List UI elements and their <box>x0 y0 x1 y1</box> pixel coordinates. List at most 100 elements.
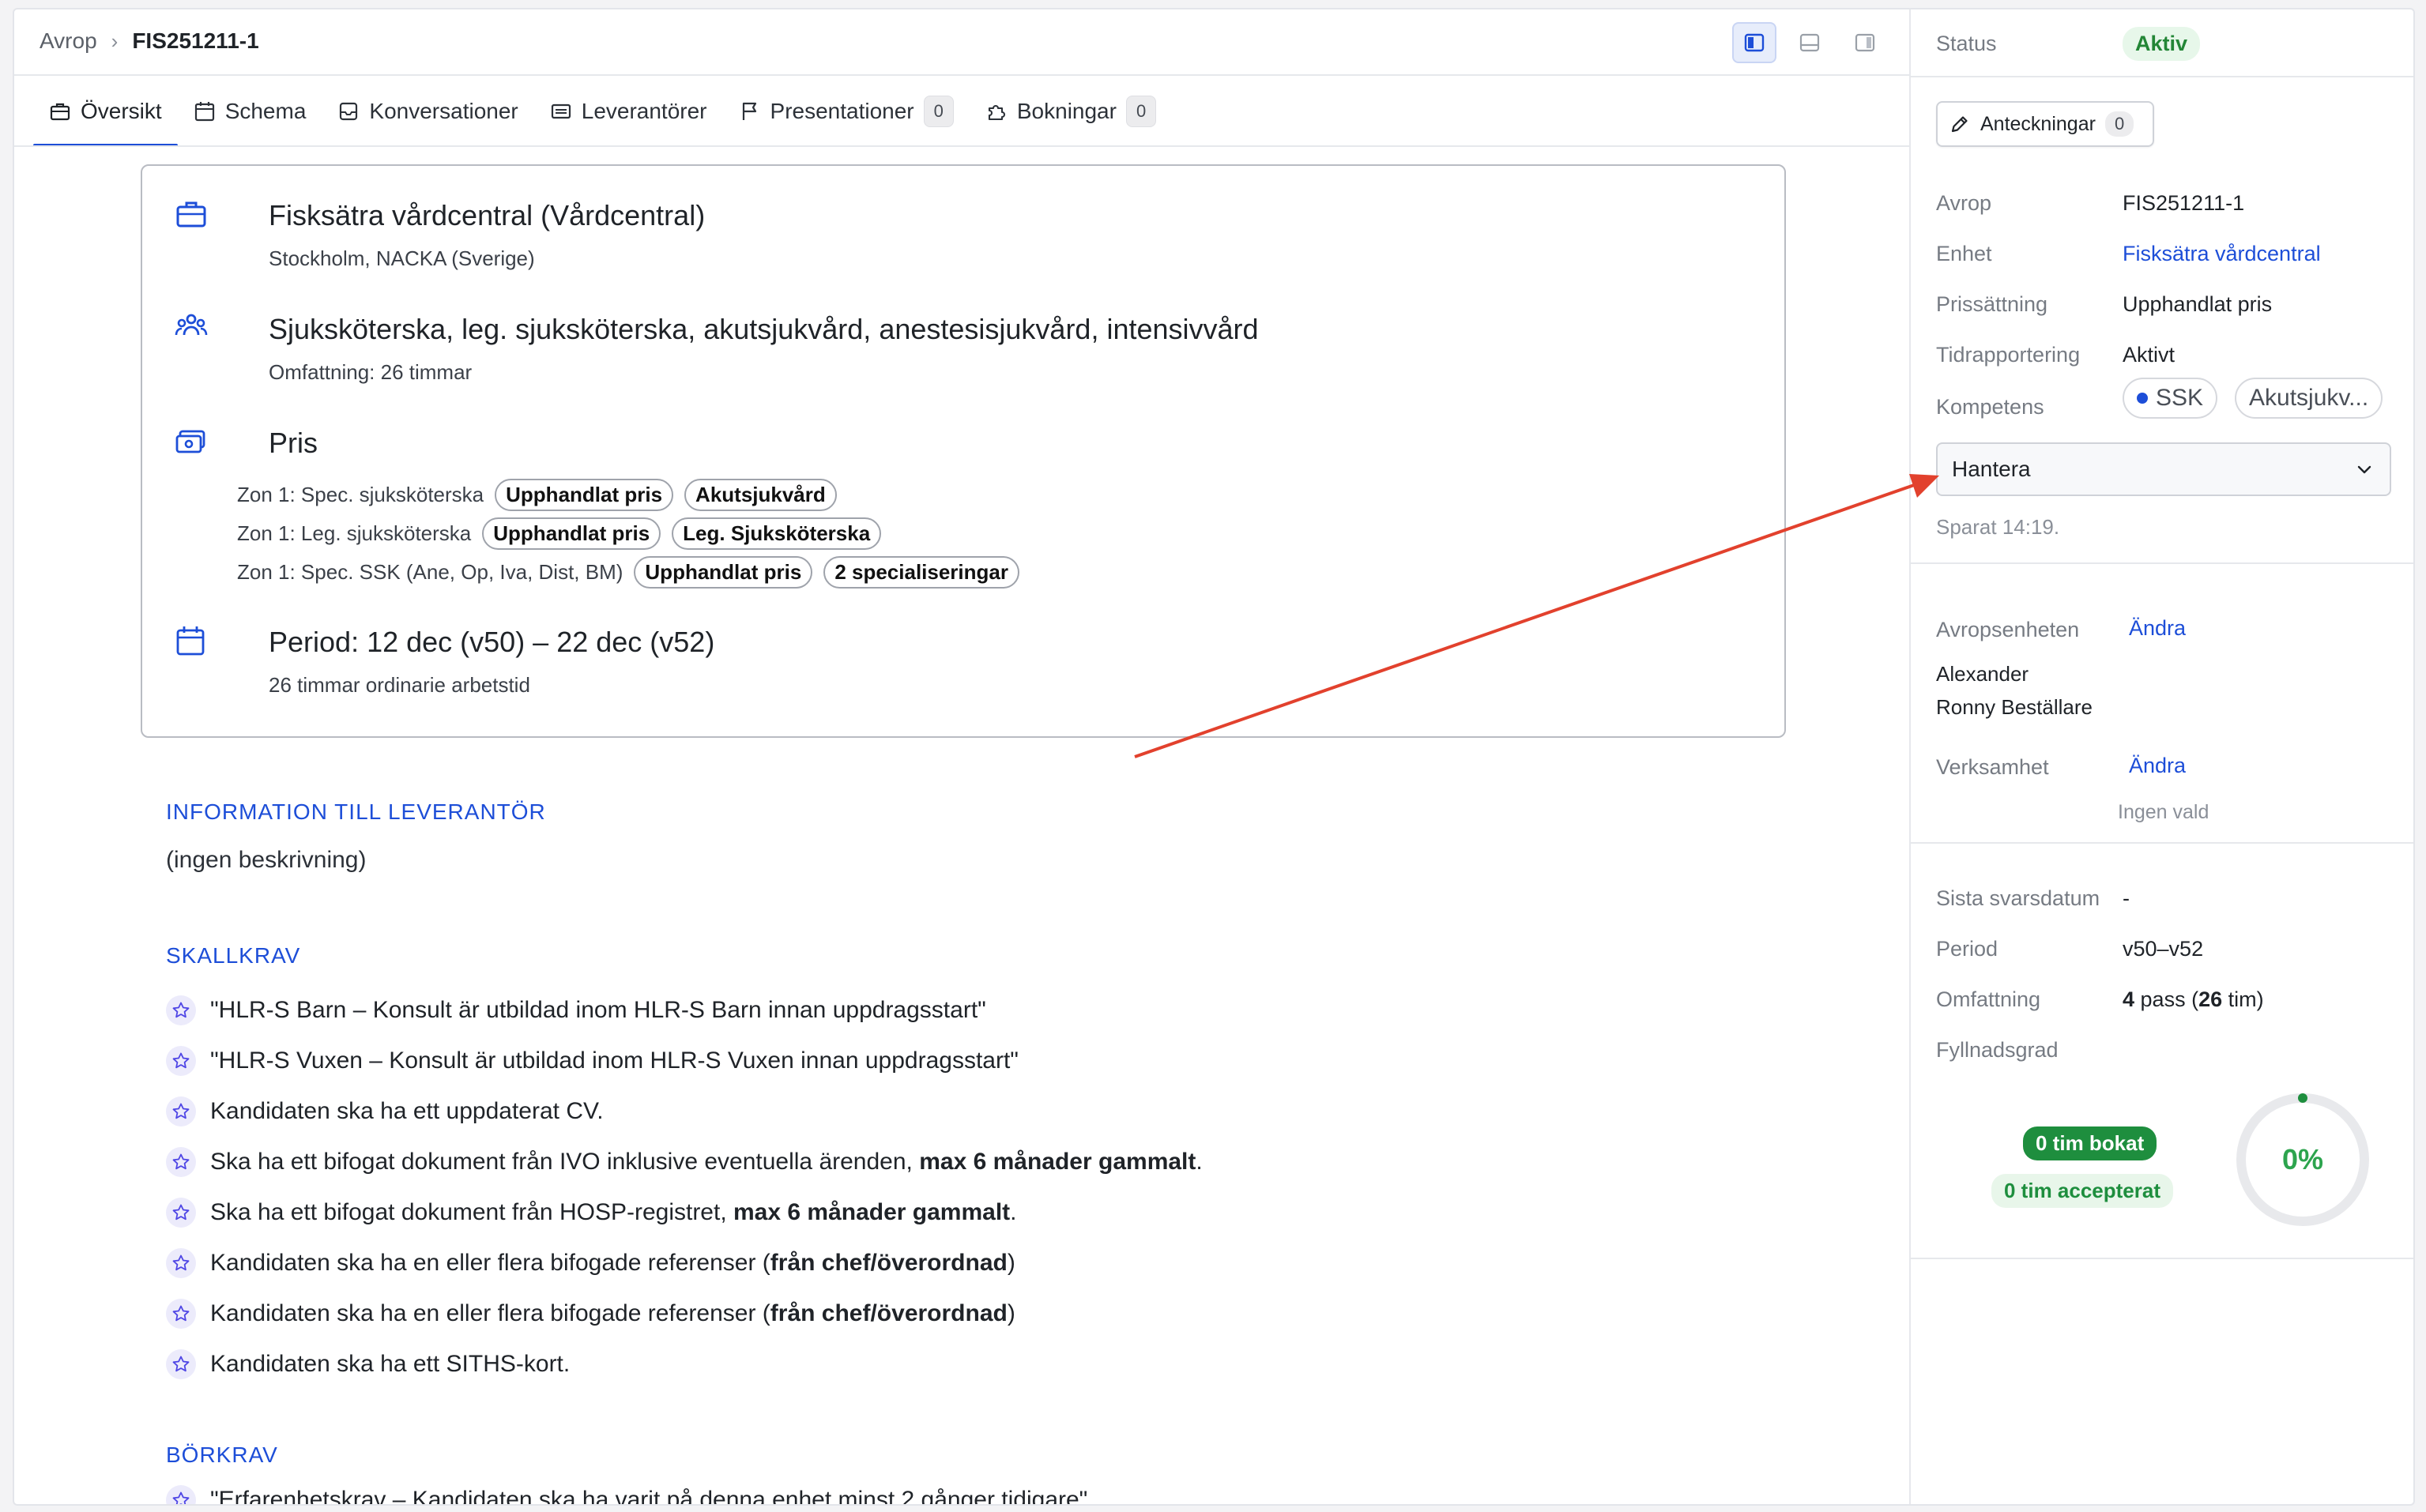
requirement-text: Kandidaten ska ha ett uppdaterat CV. <box>210 1098 604 1125</box>
enhet-link[interactable]: Fisksätra vårdcentral <box>2123 242 2321 266</box>
zone-label: Zon 1: Spec. SSK (Ane, Op, Iva, Dist, BM… <box>237 560 623 584</box>
breadcrumb: Avrop › FIS251211-1 <box>40 28 259 54</box>
omfattning-label: Omfattning <box>1936 987 2041 1011</box>
requirement-text-part: . <box>1010 1199 1017 1225</box>
tab-oversikt[interactable]: Översikt <box>33 76 178 147</box>
breadcrumb-root-link[interactable]: Avrop <box>40 28 97 54</box>
requirement-text: "HLR-S Vuxen – Konsult är utbildad inom … <box>210 1047 1019 1074</box>
kompetens-chip-ssk[interactable]: SSK <box>2123 378 2218 419</box>
star-icon <box>166 1198 196 1228</box>
pass-text: pass ( <box>2134 987 2199 1011</box>
borkrav-heading: BÖRKRAV <box>166 1442 278 1467</box>
price-pill: Leg. Sjuksköterska <box>672 517 882 550</box>
requirement-text-part: Kandidaten ska ha ett SITHS-kort. <box>210 1351 571 1377</box>
avropsenheten-label: Avropsenheten <box>1936 618 2080 641</box>
tab-schema[interactable]: Schema <box>178 76 322 147</box>
requirement-text: Kandidaten ska ha en eller flera bifogad… <box>210 1250 1015 1277</box>
manage-select[interactable]: Hantera <box>1936 442 2391 496</box>
saved-status: Sparat 14:19. <box>1936 515 2060 539</box>
divider <box>1911 562 2413 564</box>
requirement-item: "HLR-S Barn – Konsult är utbildad inom H… <box>166 995 986 1025</box>
divider <box>1911 842 2413 844</box>
stat-label: Sista svarsdatum <box>1936 886 2100 910</box>
field-label-avrop: Avrop <box>1936 191 1992 215</box>
tab-label: Presentationer <box>770 99 914 123</box>
tab-konversationer[interactable]: Konversationer <box>322 76 533 147</box>
dot-icon <box>2137 393 2148 404</box>
notes-button[interactable]: Anteckningar 0 <box>1936 101 2154 147</box>
kompetens-chip-akutsjukvard[interactable]: Akutsjukv... <box>2235 378 2383 419</box>
requirement-item: Kandidaten ska ha en eller flera bifogad… <box>166 1248 1015 1278</box>
tabs-divider <box>14 145 1909 147</box>
requirement-text-part: Kandidaten ska ha ett uppdaterat CV. <box>210 1098 604 1124</box>
panel-bottom-icon[interactable] <box>1787 22 1832 63</box>
competence-title: Sjuksköterska, leg. sjuksköterska, akuts… <box>269 313 1259 345</box>
price-zone-row: Zon 1: Leg. sjuksköterska Upphandlat pri… <box>237 517 882 550</box>
requirement-text-part: . <box>1196 1149 1203 1175</box>
main-content: Avrop › FIS251211-1 Översikt Schema Konv… <box>14 9 1911 1504</box>
verksamhet-empty: Ingen vald <box>2118 801 2209 823</box>
puzzle-icon <box>988 105 1005 121</box>
tab-bokningar[interactable]: Bokningar 0 <box>970 76 1172 147</box>
divider <box>1911 1258 2413 1259</box>
field-value-prissattning: Upphandlat pris <box>2123 292 2273 316</box>
requirement-item: Kandidaten ska ha ett uppdaterat CV. <box>166 1096 604 1126</box>
requirement-text: Kandidaten ska ha en eller flera bifogad… <box>210 1300 1015 1327</box>
price-pill: 2 specialiseringar <box>823 556 1019 589</box>
requirement-text-part: ) <box>1007 1300 1015 1326</box>
panel-left-icon[interactable] <box>1732 22 1776 63</box>
requirement-text-part: "HLR-S Vuxen – Konsult är utbildad inom … <box>210 1047 1019 1074</box>
requirement-text: "HLR-S Barn – Konsult är utbildad inom H… <box>210 997 986 1024</box>
stat-value: - <box>2123 886 2130 910</box>
hours-text: tim) <box>2222 987 2264 1011</box>
requirement-text-part: Kandidaten ska ha en eller flera bifogad… <box>210 1300 770 1326</box>
star-icon <box>166 1147 196 1177</box>
tab-count-badge: 0 <box>1125 96 1157 127</box>
change-avropsenheten-link[interactable]: Ändra <box>2129 616 2186 641</box>
inbox-icon <box>340 102 358 121</box>
requirement-item: Ska ha ett bifogat dokument från HOSP-re… <box>166 1198 1017 1228</box>
notes-label: Anteckningar <box>1980 112 2096 135</box>
tab-count-badge: 0 <box>923 96 954 127</box>
field-label-prissattning: Prissättning <box>1936 292 2048 316</box>
omfattning-value: 4 pass (26 tim) <box>2123 987 2264 1012</box>
requirement-emphasis: max 6 månader gammalt <box>919 1149 1196 1175</box>
tab-bar: Översikt Schema Konversationer Leverantö… <box>33 76 1172 147</box>
layout-toggle <box>1732 22 1887 63</box>
info-heading: INFORMATION TILL LEVERANTÖR <box>166 799 546 824</box>
divider <box>1911 76 2413 77</box>
requirement-text: Kandidaten ska ha ett SITHS-kort. <box>210 1351 570 1378</box>
change-verksamhet-link[interactable]: Ändra <box>2129 754 2186 778</box>
star-icon <box>166 1046 196 1076</box>
price-pill: Akutsjukvård <box>684 479 837 511</box>
status-badge: Aktiv <box>2123 27 2201 61</box>
kompetens-label: Kompetens <box>1936 395 2044 419</box>
panel-right-icon[interactable] <box>1843 22 1887 63</box>
select-value: Hantera <box>1952 457 2031 481</box>
price-zone-row: Zon 1: Spec. sjuksköterska Upphandlat pr… <box>237 479 837 511</box>
tab-label: Bokningar <box>1016 99 1117 123</box>
star-icon <box>166 1349 196 1379</box>
tab-label: Schema <box>224 99 307 123</box>
price-zone-row: Zon 1: Spec. SSK (Ane, Op, Iva, Dist, BM… <box>237 556 1019 589</box>
fill-rate-donut: 0% <box>2236 1093 2369 1226</box>
field-label-enhet: Enhet <box>1936 242 1992 265</box>
calendar-icon <box>176 626 205 656</box>
breadcrumb-current: FIS251211-1 <box>132 28 259 53</box>
period-title: Period: 12 dec (v50) – 22 dec (v52) <box>269 626 715 658</box>
requirement-emphasis: max 6 månader gammalt <box>733 1199 1011 1225</box>
info-text: (ingen beskrivning) <box>166 847 367 873</box>
requirement-item: Kandidaten ska ha en eller flera bifogad… <box>166 1299 1015 1329</box>
price-title: Pris <box>269 427 318 459</box>
period-hours: 26 timmar ordinarie arbetstid <box>269 673 530 697</box>
tab-label: Översikt <box>81 99 162 123</box>
contact-name: Alexander <box>1936 662 2029 686</box>
field-label-tidrapportering: Tidrapportering <box>1936 343 2081 367</box>
requirement-item: Ska ha ett bifogat dokument från IVO ink… <box>166 1147 1203 1177</box>
star-icon <box>166 1096 196 1126</box>
price-pill: Upphandlat pris <box>482 517 661 550</box>
tab-presentationer[interactable]: Presentationer 0 <box>723 76 970 147</box>
tab-leverantorer[interactable]: Leverantörer <box>534 76 723 147</box>
chip-label: SSK <box>2156 385 2204 411</box>
price-pill: Upphandlat pris <box>495 479 674 511</box>
